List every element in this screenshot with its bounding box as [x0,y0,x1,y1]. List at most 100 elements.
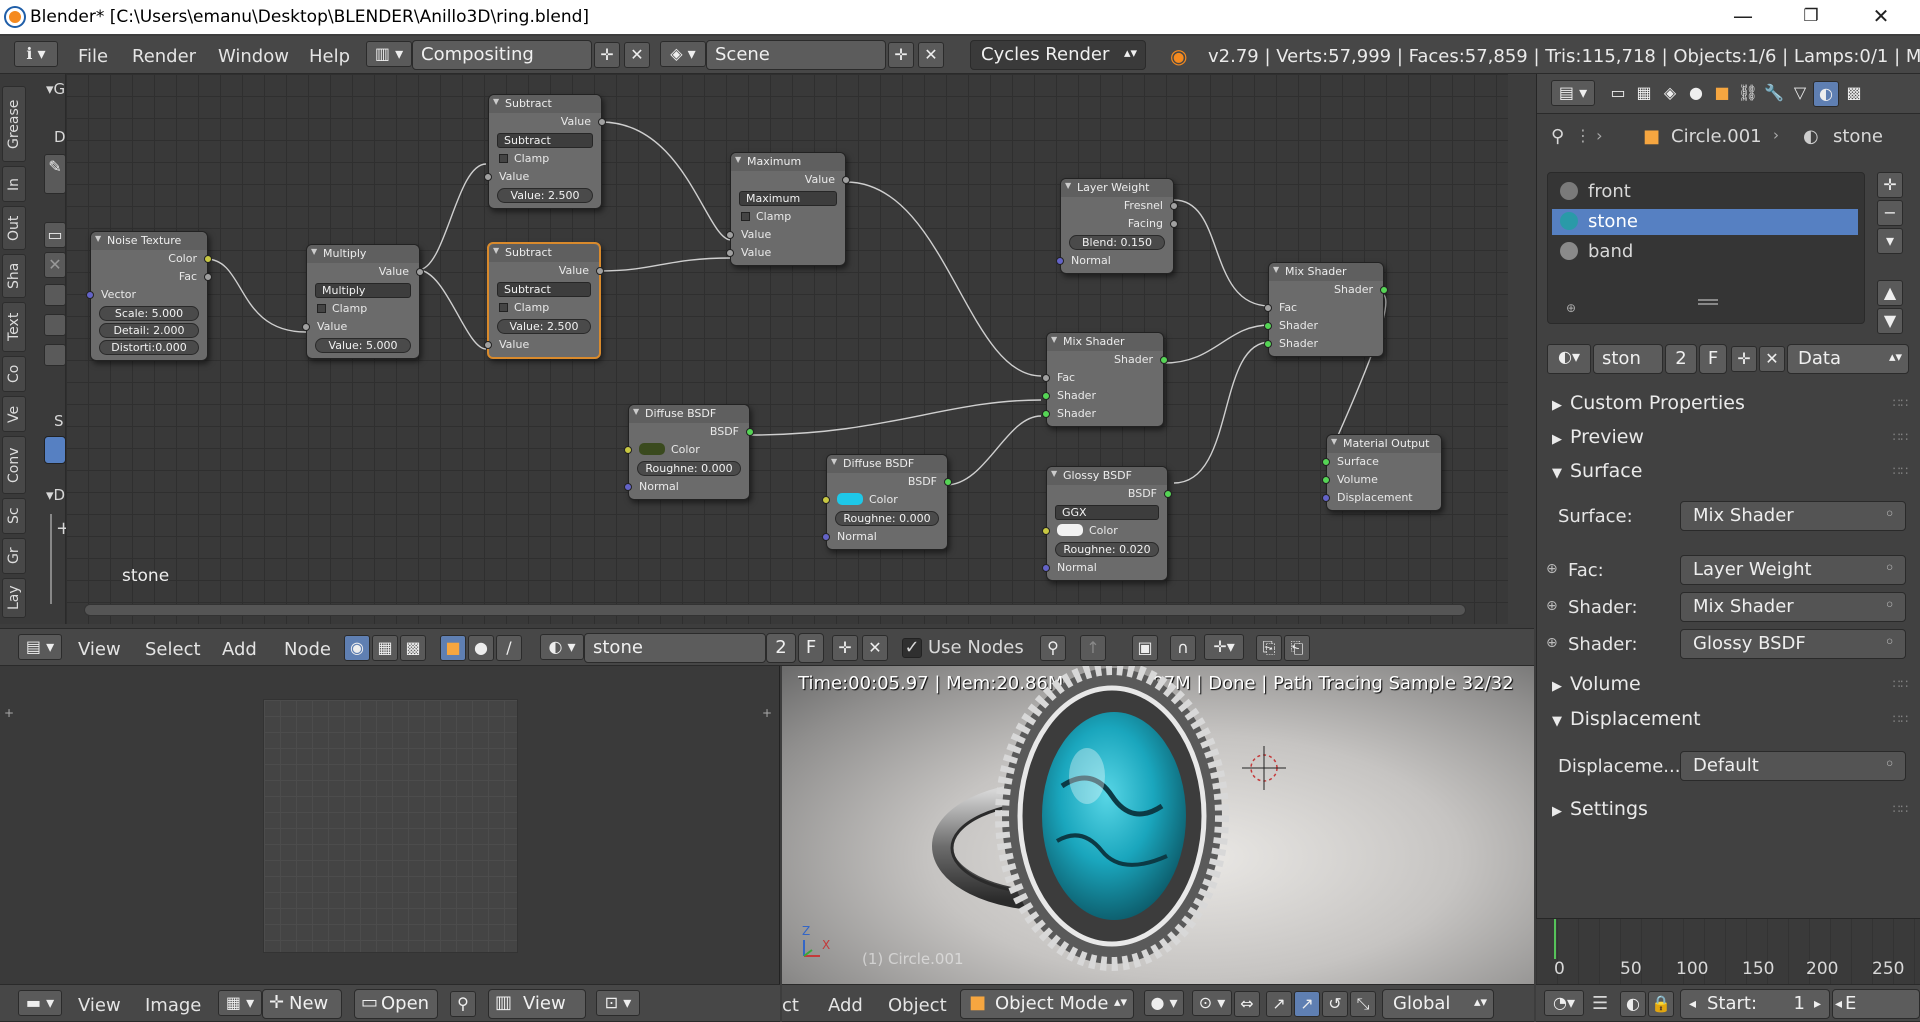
node-subtract-top[interactable]: Subtract Value Subtract Clamp Value Valu… [484,94,606,209]
value-field[interactable]: Value: 5.000 [315,338,411,353]
tab-color[interactable]: Co [2,356,26,392]
output-socket[interactable] [1380,286,1388,294]
menu-help[interactable]: Help [309,46,350,67]
3d-viewport-render[interactable]: Time:00:05.97 | Mem:20.86M, Peak:20.87M … [782,666,1534,984]
translate-active-icon[interactable]: ↗ [1294,991,1320,1017]
operation-select[interactable]: Multiply [315,283,411,298]
remove-slot-button[interactable]: − [1877,200,1903,226]
world-shader-icon[interactable]: ● [468,635,494,661]
value-field[interactable]: Value: 2.500 [497,188,593,203]
editor-type-properties-icon[interactable]: ▤ ▾ [1551,80,1595,106]
menu-view[interactable]: View [78,995,121,1016]
material-browse-icon[interactable]: ◐ ▾ [540,634,584,660]
output-socket[interactable] [842,176,850,184]
snap-element-icon[interactable]: ✛▾ [1204,634,1244,660]
lock-icon[interactable]: 🔒 [1648,991,1674,1017]
scene-name-field[interactable]: Scene [706,40,886,70]
color-swatch[interactable] [837,493,863,505]
menu-window[interactable]: Window [218,46,289,67]
input-socket[interactable] [726,249,734,257]
stroke-color-swatch[interactable] [44,436,66,464]
copy-nodes-icon[interactable]: ⎘ [1256,635,1282,661]
input-socket[interactable] [484,173,492,181]
input-socket[interactable] [1264,322,1272,330]
output-socket[interactable] [416,268,424,276]
input-socket[interactable] [624,446,632,454]
tab-script[interactable]: Sc [2,498,26,534]
draw-tool-icon[interactable]: ✎ [44,154,66,194]
scale-icon[interactable]: ⤡ [1350,991,1376,1017]
render-layers-tab-icon[interactable]: ▦ [1631,81,1657,107]
tool-button-3[interactable] [44,344,66,366]
new-material-button[interactable]: ✛ [832,635,858,661]
input-socket[interactable] [484,341,492,349]
panel-volume[interactable]: ▶ Volume ∷∷ [1540,673,1912,703]
translate-icon[interactable]: ↗ [1266,991,1292,1017]
render-engine-select[interactable]: Cycles Render ▴▾ [970,40,1146,70]
timeline-area[interactable]: 0 50 100 150 200 250 [1536,918,1920,984]
shader2-link-icon[interactable]: ⊕ [1546,635,1558,651]
panel-custom-properties[interactable]: ▶ Custom Properties ∷∷ [1540,392,1912,422]
panel-surface[interactable]: ▼ Surface ∷∷ [1540,460,1912,490]
node-material-output[interactable]: Material Output Surface Volume Displacem… [1322,434,1442,511]
distribution-select[interactable]: GGX [1055,505,1159,520]
material-name-field[interactable]: stone [584,633,766,663]
pin-properties-icon[interactable]: ⚲ [1551,126,1564,147]
output-socket[interactable] [1164,490,1172,498]
object-shader-icon[interactable]: ■ [440,635,466,661]
output-socket[interactable] [204,273,212,281]
line-style-icon[interactable]: / [496,635,522,661]
scene-tab-icon[interactable]: ◈ [1657,81,1683,107]
close-window-button[interactable]: ✕ [1858,0,1904,34]
input-socket[interactable] [1264,340,1272,348]
node-diffuse-bsdf-cyan[interactable]: Diffuse BSDF BSDF Color Roughne: 0.000 N… [822,454,952,550]
manipulator-toggle-icon[interactable]: ⇔ [1234,991,1260,1017]
panel-preview[interactable]: ▶ Preview ∷∷ [1540,426,1912,456]
pivot-icon[interactable]: ⊡ ▾ [596,990,640,1016]
detail-field[interactable]: Detail: 2.000 [99,323,199,338]
editor-type-info-icon[interactable]: ℹ ▾ [14,41,58,67]
shader1-link-icon[interactable]: ⊕ [1546,598,1558,614]
pivot-point-icon[interactable]: ⊙ ▾ [1192,990,1232,1016]
panel-displacement[interactable]: ▼ Displacement ∷∷ [1540,708,1912,738]
displacement-method-select[interactable]: Default [1680,751,1906,781]
operation-select[interactable]: Subtract [497,133,593,148]
node-subtract-selected[interactable]: Subtract Value Subtract Clamp Value: 2.5… [484,242,604,359]
texture-nodes-icon[interactable]: ▩ [400,635,426,661]
paste-nodes-icon[interactable]: ⎗ [1284,635,1310,661]
output-socket[interactable] [746,428,754,436]
color-swatch[interactable] [1057,524,1083,536]
distortion-field[interactable]: Distorti:0.000 [99,340,199,355]
shader2-input-select[interactable]: Glossy BSDF [1680,629,1906,659]
pin-image-icon[interactable]: ⚲ [450,991,476,1017]
material-tab-icon[interactable]: ◐ [1813,81,1839,107]
list-filter-icon[interactable]: ⊕ [1566,301,1576,315]
compositing-nodes-icon[interactable]: ▦ [372,635,398,661]
slot-item-stone-selected[interactable]: stone [1552,209,1858,235]
input-socket[interactable] [302,323,310,331]
surface-shader-select[interactable]: Mix Shader [1680,501,1906,531]
input-socket[interactable] [1322,494,1330,502]
scale-field[interactable]: Scale: 5.000 [99,306,199,321]
move-slot-down-button[interactable]: ▼ [1877,308,1903,334]
list-resize-handle[interactable] [1698,299,1718,305]
node-noise-texture[interactable]: Noise Texture Color Fac Vector Scale: 5.… [86,231,212,361]
backdrop-icon[interactable]: ▣ [1132,635,1158,661]
slot-item-band[interactable]: band [1552,239,1858,265]
open-image-button[interactable]: ▭ Open [354,989,438,1019]
output-socket[interactable] [1160,356,1168,364]
input-socket[interactable] [86,291,94,299]
node-glossy-bsdf[interactable]: Glossy BSDF BSDF GGX Color Roughne: 0.02… [1042,466,1172,581]
screen-name-field[interactable]: Compositing [412,40,592,70]
fac-input-select[interactable]: Layer Weight [1680,555,1906,585]
transform-orientation-select[interactable]: Global ▴▾ [1382,989,1494,1019]
new-image-button[interactable]: ✛ New [262,989,342,1019]
snap-icon[interactable]: ∩ [1170,635,1196,661]
node-maximum[interactable]: Maximum Value Maximum Clamp Value Value [726,152,850,266]
remove-icon[interactable]: ✕ [44,252,66,278]
input-socket[interactable] [822,533,830,541]
tab-texture[interactable]: Text [2,302,26,352]
clamp-checkbox[interactable]: Clamp [307,300,419,318]
tool-button-1[interactable] [44,284,66,306]
new-layer-icon[interactable]: ▭ [44,222,66,248]
